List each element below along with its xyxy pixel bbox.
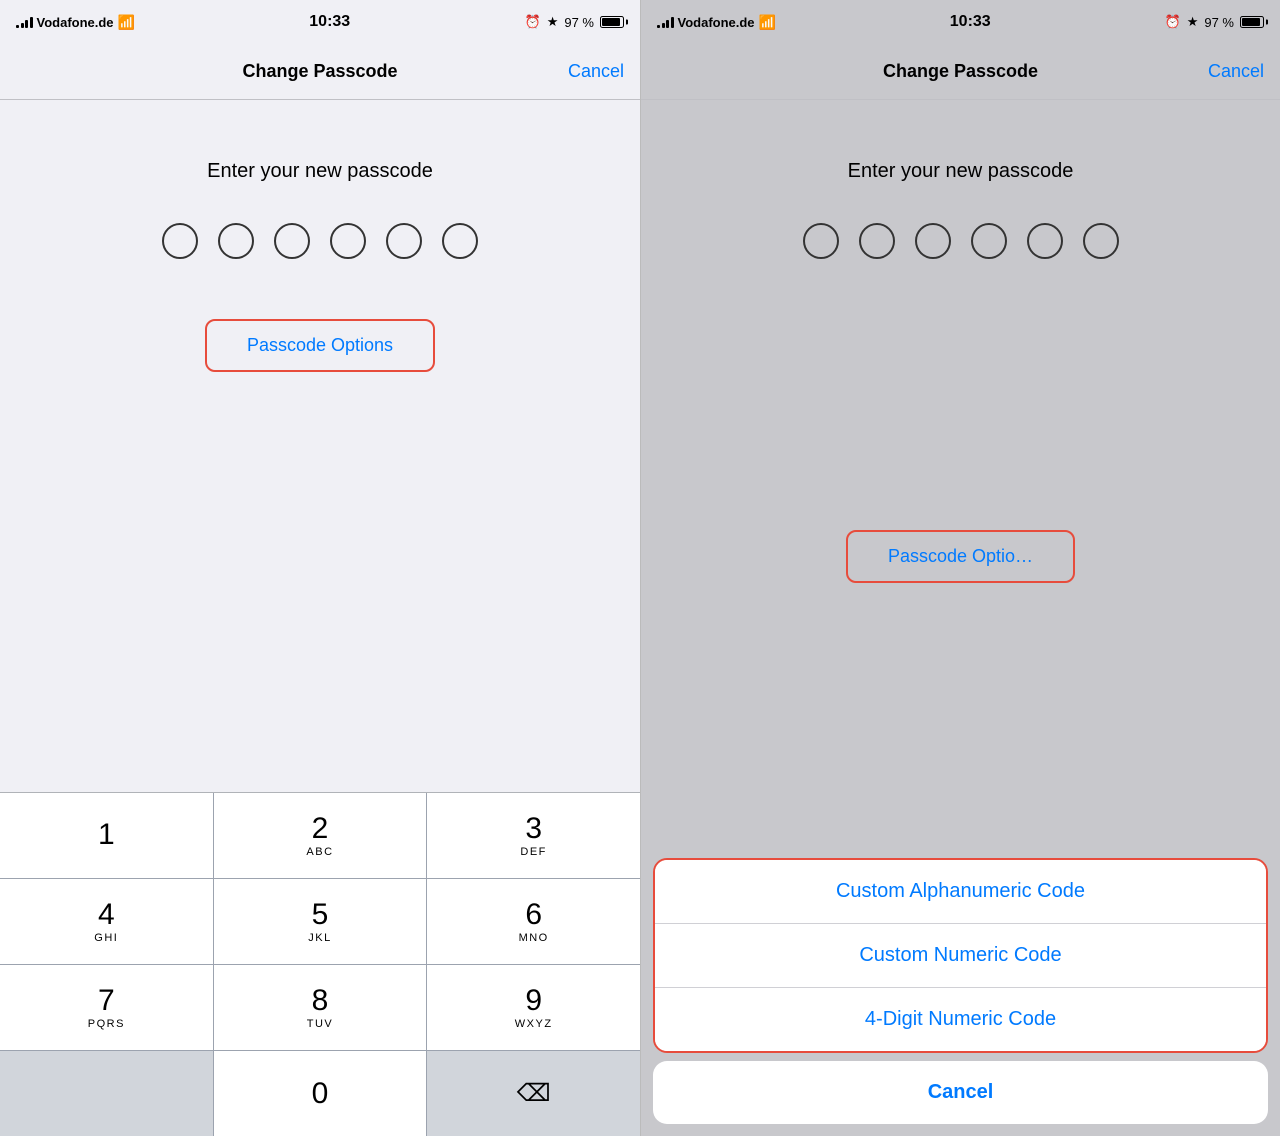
left-alarm-icon: ⏰: [525, 14, 541, 30]
left-bt-icon: ★: [547, 14, 559, 30]
left-passcode-prompt: Enter your new passcode: [207, 160, 433, 183]
key-6[interactable]: 6 MNO: [427, 879, 640, 964]
right-battery-icon: [1240, 16, 1264, 28]
key-1[interactable]: 1: [0, 793, 213, 878]
right-wifi-icon: 📶: [759, 14, 776, 31]
left-wifi-icon: 📶: [118, 14, 135, 31]
key-8[interactable]: 8 TUV: [214, 965, 427, 1050]
right-dot-4: [971, 223, 1007, 259]
passcode-options-button[interactable]: Passcode Options: [205, 319, 435, 372]
left-status-left: Vodafone.de 📶: [16, 14, 135, 31]
passcode-options-hint-text: Passcode Optio…: [846, 530, 1075, 583]
right-carrier: Vodafone.de: [678, 15, 755, 30]
key-7[interactable]: 7 PQRS: [0, 965, 213, 1050]
right-battery-pct: 97 %: [1204, 15, 1234, 30]
left-signal-icon: [16, 16, 33, 28]
left-status-right: ⏰ ★ 97 %: [525, 14, 624, 30]
options-cancel-button[interactable]: Cancel: [653, 1061, 1268, 1124]
dot-5: [386, 223, 422, 259]
right-time: 10:33: [950, 13, 991, 31]
option-custom-alphanumeric[interactable]: Custom Alphanumeric Code: [655, 860, 1266, 923]
key-9[interactable]: 9 WXYZ: [427, 965, 640, 1050]
right-dot-1: [803, 223, 839, 259]
right-phone-panel: Vodafone.de 📶 10:33 ⏰ ★ 97 % Change Pass…: [640, 0, 1280, 1136]
right-status-left: Vodafone.de 📶: [657, 14, 776, 31]
dot-1: [162, 223, 198, 259]
left-battery-pct: 97 %: [564, 15, 594, 30]
left-battery-icon: [600, 16, 624, 28]
left-status-bar: Vodafone.de 📶 10:33 ⏰ ★ 97 %: [0, 0, 640, 44]
right-nav-bar: Change Passcode Cancel: [641, 44, 1280, 100]
passcode-options-hint: Passcode Optio…: [641, 530, 1280, 583]
dot-2: [218, 223, 254, 259]
left-main-content: Enter your new passcode Passcode Options: [0, 100, 640, 792]
right-dot-3: [915, 223, 951, 259]
right-signal-icon: [657, 16, 674, 28]
left-nav-bar: Change Passcode Cancel: [0, 44, 640, 100]
option-custom-numeric[interactable]: Custom Numeric Code: [655, 923, 1266, 987]
key-5[interactable]: 5 JKL: [214, 879, 427, 964]
dot-6: [442, 223, 478, 259]
right-status-right: ⏰ ★ 97 %: [1165, 14, 1264, 30]
key-0[interactable]: 0: [214, 1051, 427, 1136]
left-cancel-button[interactable]: Cancel: [568, 61, 624, 82]
right-main-content: Enter your new passcode Passcode Optio… …: [641, 100, 1280, 1136]
right-dot-5: [1027, 223, 1063, 259]
dot-3: [274, 223, 310, 259]
right-passcode-dots: [803, 223, 1119, 259]
left-numpad: 1 2 ABC 3 DEF 4 GHI 5 JKL 6 MNO 7 PQRS 8: [0, 792, 640, 1136]
delete-icon: ⌫: [517, 1079, 551, 1108]
options-overlay: Custom Alphanumeric Code Custom Numeric …: [641, 858, 1280, 1136]
right-cancel-button[interactable]: Cancel: [1208, 61, 1264, 82]
option-4digit-numeric[interactable]: 4-Digit Numeric Code: [655, 987, 1266, 1051]
right-alarm-icon: ⏰: [1165, 14, 1181, 30]
left-phone-panel: Vodafone.de 📶 10:33 ⏰ ★ 97 % Change Pass…: [0, 0, 640, 1136]
right-passcode-prompt: Enter your new passcode: [848, 160, 1074, 183]
key-delete[interactable]: ⌫: [427, 1051, 640, 1136]
left-nav-title: Change Passcode: [242, 61, 397, 82]
left-passcode-dots: [162, 223, 478, 259]
key-3[interactable]: 3 DEF: [427, 793, 640, 878]
right-status-bar: Vodafone.de 📶 10:33 ⏰ ★ 97 %: [641, 0, 1280, 44]
right-dot-6: [1083, 223, 1119, 259]
right-nav-title: Change Passcode: [883, 61, 1038, 82]
left-carrier: Vodafone.de: [37, 15, 114, 30]
options-menu: Custom Alphanumeric Code Custom Numeric …: [653, 858, 1268, 1053]
right-bt-icon: ★: [1187, 14, 1199, 30]
key-4[interactable]: 4 GHI: [0, 879, 213, 964]
right-dot-2: [859, 223, 895, 259]
dot-4: [330, 223, 366, 259]
key-empty: [0, 1051, 213, 1136]
left-time: 10:33: [309, 13, 350, 31]
key-2[interactable]: 2 ABC: [214, 793, 427, 878]
